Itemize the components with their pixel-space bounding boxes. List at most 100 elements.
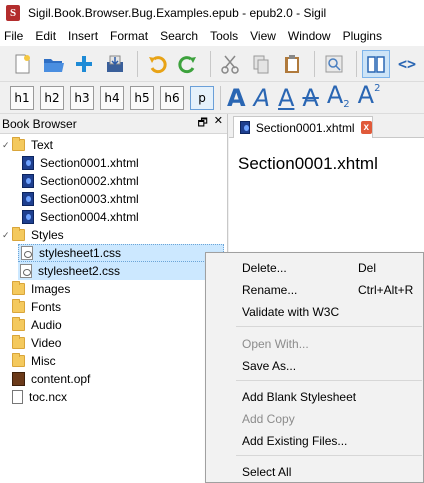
open-folder-icon[interactable]	[39, 50, 67, 78]
superscript-letter: A	[357, 80, 375, 109]
menu-item-label: Rename...	[242, 283, 298, 297]
menu-separator	[236, 326, 422, 327]
tree-folder-misc[interactable]: Misc	[12, 352, 56, 370]
tree-file-section0001[interactable]: Section0001.xhtml	[22, 154, 139, 172]
tree-folder-video[interactable]: Video	[12, 334, 61, 352]
undo-icon[interactable]	[143, 50, 171, 78]
menu-item-rename[interactable]: Rename... Ctrl+Alt+R	[206, 279, 424, 301]
tree-folder-audio[interactable]: Audio	[12, 316, 62, 334]
book-view-icon[interactable]	[362, 49, 390, 78]
tree-folder-styles[interactable]: ✓ Styles	[2, 226, 64, 244]
heading-h6-button[interactable]: h6	[160, 85, 184, 110]
heading-h4-button[interactable]: h4	[100, 85, 124, 110]
subscript-digit: 2	[343, 98, 350, 110]
tree-folder-fonts[interactable]: Fonts	[12, 298, 61, 316]
menu-item-label: Save As...	[242, 359, 297, 373]
bold-button[interactable]: A	[227, 84, 246, 112]
book-browser-title: Book Browser	[2, 116, 77, 131]
subscript-button[interactable]: A2	[327, 81, 350, 115]
menu-search[interactable]: Search	[154, 26, 204, 46]
float-dock-icon[interactable]: 🗗	[197, 114, 207, 133]
format-toolbar: h1 h2 h3 h4 h5 h6 p A A A A A2 A2	[0, 81, 424, 115]
folder-icon	[12, 317, 25, 331]
tree-folder-text[interactable]: ✓ Text	[2, 136, 53, 154]
xhtml-file-icon	[240, 121, 250, 134]
menu-item-add-copy: Add Copy	[206, 408, 424, 430]
folder-label: Fonts	[31, 300, 62, 314]
toolbar-separator	[220, 85, 221, 110]
menu-item-label: Delete...	[242, 261, 287, 275]
tree-file-toc-ncx[interactable]: toc.ncx	[12, 388, 67, 406]
heading-h2-button[interactable]: h2	[40, 85, 64, 110]
menu-bar: File Edit Insert Format Search Tools Vie…	[0, 26, 424, 46]
tree-file-stylesheet2[interactable]: stylesheet2.css	[18, 262, 228, 280]
superscript-button[interactable]: A2	[358, 81, 381, 115]
xhtml-file-icon	[22, 192, 34, 206]
xhtml-file-icon	[22, 210, 34, 224]
menu-item-select-all[interactable]: Select All	[206, 461, 424, 483]
menu-separator	[236, 455, 422, 456]
expand-caret-icon[interactable]: ✓	[2, 230, 12, 241]
tree-file-section0004[interactable]: Section0004.xhtml	[22, 208, 139, 226]
book-browser-panel: Book Browser 🗗 ✕ ✓ Text Section0001.xhtm…	[0, 114, 228, 483]
paragraph-button[interactable]: p	[190, 85, 214, 110]
menu-edit[interactable]: Edit	[29, 26, 62, 46]
tab-label: Section0001.xhtml	[255, 120, 355, 135]
folder-label: Video	[31, 336, 62, 350]
menu-view[interactable]: View	[244, 26, 282, 46]
expand-caret-icon[interactable]: ✓	[2, 140, 12, 151]
tree-file-stylesheet1[interactable]: stylesheet1.css	[18, 244, 224, 262]
tree-file-content-opf[interactable]: content.opf	[12, 370, 90, 388]
opf-file-icon	[12, 372, 25, 386]
folder-icon	[12, 353, 25, 367]
tree-folder-images[interactable]: Images	[12, 280, 70, 298]
folder-icon	[12, 299, 25, 313]
new-file-icon[interactable]	[8, 50, 36, 78]
tree-file-section0003[interactable]: Section0003.xhtml	[22, 190, 139, 208]
italic-button[interactable]: A	[254, 84, 270, 112]
menu-tools[interactable]: Tools	[204, 26, 244, 46]
menu-item-validate[interactable]: Validate with W3C	[206, 301, 424, 323]
save-icon[interactable]	[101, 50, 129, 78]
menu-insert[interactable]: Insert	[62, 26, 104, 46]
toolbar-separator	[137, 50, 138, 77]
folder-label: Audio	[31, 318, 62, 332]
menu-window[interactable]: Window	[282, 26, 337, 46]
preview-icon[interactable]	[320, 50, 348, 78]
code-view-glyph: <>	[397, 54, 417, 73]
menu-item-shortcut: Del	[358, 261, 377, 275]
tree-file-section0002[interactable]: Section0002.xhtml	[22, 172, 139, 190]
document-heading: Section0001.xhtml	[238, 154, 378, 173]
close-dock-icon[interactable]: ✕	[214, 114, 223, 133]
menu-item-label: Add Blank Stylesheet	[242, 390, 357, 404]
heading-h1-button[interactable]: h1	[10, 85, 34, 110]
paste-icon[interactable]	[278, 50, 306, 78]
menu-item-add-existing-files[interactable]: Add Existing Files...	[206, 430, 424, 452]
heading-h3-button[interactable]: h3	[70, 85, 94, 110]
strikethrough-button[interactable]: A	[302, 84, 318, 112]
folder-label: Misc	[31, 354, 56, 368]
menu-item-add-blank-stylesheet[interactable]: Add Blank Stylesheet	[206, 386, 424, 408]
file-label: Section0001.xhtml	[40, 156, 139, 170]
file-label: Section0002.xhtml	[40, 174, 139, 188]
copy-icon[interactable]	[247, 50, 275, 78]
menu-format[interactable]: Format	[104, 26, 154, 46]
cut-icon[interactable]	[216, 50, 244, 78]
menu-plugins[interactable]: Plugins	[337, 26, 388, 46]
css-file-icon	[20, 264, 32, 278]
add-icon[interactable]	[70, 50, 98, 78]
underline-button[interactable]: A	[278, 84, 294, 112]
folder-icon	[12, 335, 25, 349]
heading-h5-button[interactable]: h5	[130, 85, 154, 110]
ncx-file-icon	[12, 390, 23, 404]
tab-section0001[interactable]: Section0001.xhtml x	[233, 116, 373, 138]
code-view-icon[interactable]: <>	[393, 50, 421, 78]
menu-item-save-as[interactable]: Save As...	[206, 355, 424, 377]
folder-label: Styles	[31, 228, 64, 242]
close-tab-icon[interactable]: x	[360, 121, 372, 134]
folder-icon	[12, 137, 25, 151]
menu-item-delete[interactable]: Delete... Del	[206, 257, 424, 279]
menu-item-label: Validate with W3C	[242, 305, 340, 319]
menu-file[interactable]: File	[0, 26, 29, 46]
redo-icon[interactable]	[174, 50, 202, 78]
